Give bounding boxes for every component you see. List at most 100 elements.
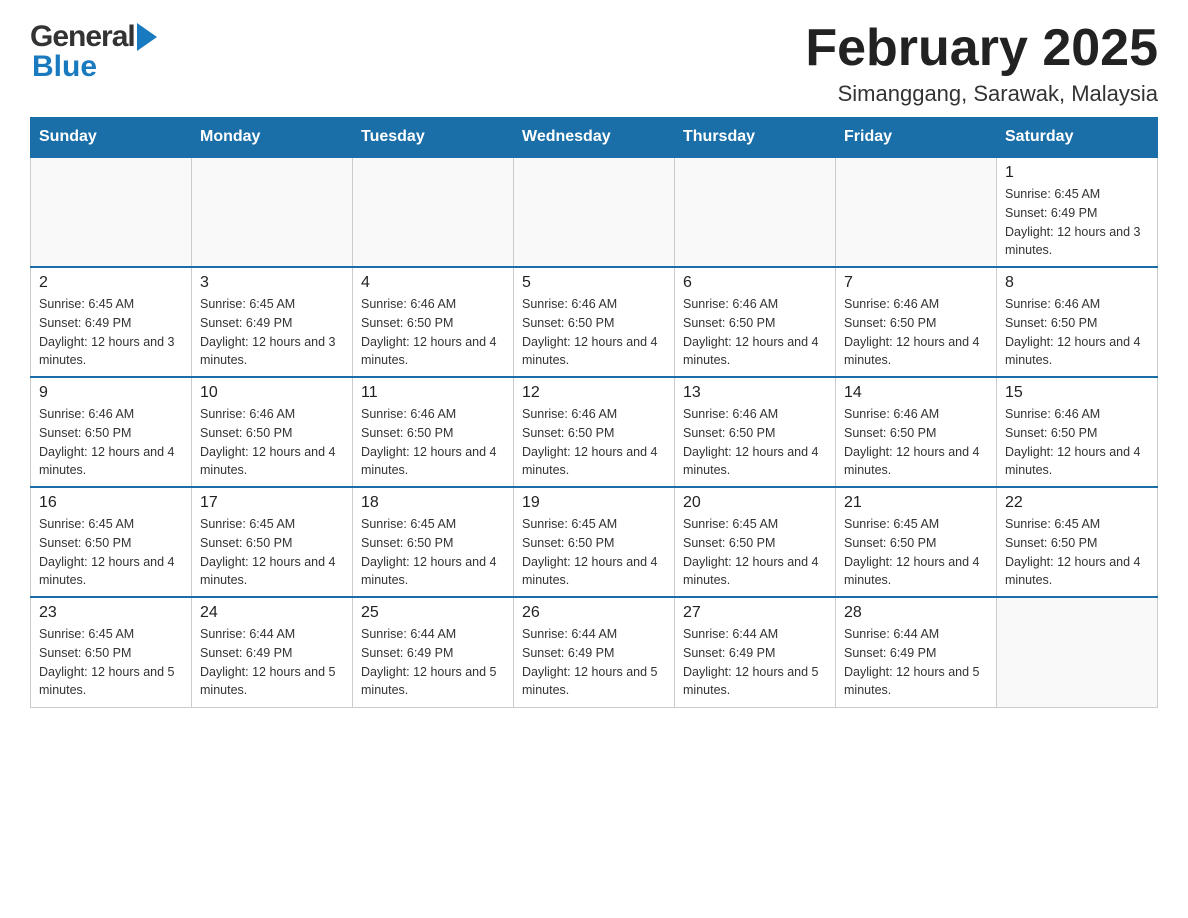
day-info: Sunrise: 6:46 AMSunset: 6:50 PMDaylight:… [683, 405, 827, 480]
calendar-week-row: 2 Sunrise: 6:45 AMSunset: 6:49 PMDaylight… [31, 267, 1158, 377]
day-number: 27 [683, 604, 827, 622]
day-info: Sunrise: 6:45 AMSunset: 6:50 PMDaylight:… [1005, 515, 1149, 590]
day-info: Sunrise: 6:46 AMSunset: 6:50 PMDaylight:… [522, 295, 666, 370]
day-info: Sunrise: 6:44 AMSunset: 6:49 PMDaylight:… [844, 625, 988, 700]
calendar-week-row: 23 Sunrise: 6:45 AMSunset: 6:50 PMDayligh… [31, 597, 1158, 707]
table-row: 10 Sunrise: 6:46 AMSunset: 6:50 PMDayligh… [192, 377, 353, 487]
day-info: Sunrise: 6:46 AMSunset: 6:50 PMDaylight:… [844, 405, 988, 480]
location-title: Simanggang, Sarawak, Malaysia [805, 81, 1158, 107]
day-info: Sunrise: 6:46 AMSunset: 6:50 PMDaylight:… [522, 405, 666, 480]
day-number: 21 [844, 494, 988, 512]
day-number: 23 [39, 604, 183, 622]
day-info: Sunrise: 6:46 AMSunset: 6:50 PMDaylight:… [200, 405, 344, 480]
table-row: 14 Sunrise: 6:46 AMSunset: 6:50 PMDayligh… [836, 377, 997, 487]
table-row: 4 Sunrise: 6:46 AMSunset: 6:50 PMDaylight… [353, 267, 514, 377]
table-row [353, 157, 514, 267]
day-number: 17 [200, 494, 344, 512]
day-info: Sunrise: 6:45 AMSunset: 6:49 PMDaylight:… [1005, 185, 1149, 260]
title-section: February 2025 Simanggang, Sarawak, Malay… [805, 20, 1158, 107]
day-info: Sunrise: 6:44 AMSunset: 6:49 PMDaylight:… [683, 625, 827, 700]
day-number: 1 [1005, 164, 1149, 182]
day-number: 2 [39, 274, 183, 292]
day-info: Sunrise: 6:45 AMSunset: 6:50 PMDaylight:… [39, 625, 183, 700]
col-sunday: Sunday [31, 118, 192, 158]
logo-general-text: General [30, 20, 135, 54]
table-row: 27 Sunrise: 6:44 AMSunset: 6:49 PMDayligh… [675, 597, 836, 707]
table-row [836, 157, 997, 267]
day-number: 11 [361, 384, 505, 402]
day-info: Sunrise: 6:45 AMSunset: 6:50 PMDaylight:… [39, 515, 183, 590]
day-number: 7 [844, 274, 988, 292]
day-number: 26 [522, 604, 666, 622]
day-info: Sunrise: 6:46 AMSunset: 6:50 PMDaylight:… [361, 405, 505, 480]
table-row: 22 Sunrise: 6:45 AMSunset: 6:50 PMDayligh… [997, 487, 1158, 597]
calendar-table: Sunday Monday Tuesday Wednesday Thursday… [30, 117, 1158, 708]
day-number: 3 [200, 274, 344, 292]
day-info: Sunrise: 6:44 AMSunset: 6:49 PMDaylight:… [361, 625, 505, 700]
table-row: 13Sunrise: 6:46 AMSunset: 6:50 PMDayligh… [675, 377, 836, 487]
logo-arrow-icon [137, 23, 157, 51]
table-row: 2 Sunrise: 6:45 AMSunset: 6:49 PMDaylight… [31, 267, 192, 377]
day-number: 4 [361, 274, 505, 292]
table-row: 16 Sunrise: 6:45 AMSunset: 6:50 PMDayligh… [31, 487, 192, 597]
col-wednesday: Wednesday [514, 118, 675, 158]
day-info: Sunrise: 6:44 AMSunset: 6:49 PMDaylight:… [200, 625, 344, 700]
day-number: 6 [683, 274, 827, 292]
day-number: 14 [844, 384, 988, 402]
col-thursday: Thursday [675, 118, 836, 158]
table-row: 7 Sunrise: 6:46 AMSunset: 6:50 PMDaylight… [836, 267, 997, 377]
col-monday: Monday [192, 118, 353, 158]
table-row: 12 Sunrise: 6:46 AMSunset: 6:50 PMDayligh… [514, 377, 675, 487]
day-info: Sunrise: 6:45 AMSunset: 6:50 PMDaylight:… [361, 515, 505, 590]
table-row: 8 Sunrise: 6:46 AMSunset: 6:50 PMDaylight… [997, 267, 1158, 377]
col-saturday: Saturday [997, 118, 1158, 158]
day-info: Sunrise: 6:46 AMSunset: 6:50 PMDaylight:… [1005, 295, 1149, 370]
day-info: Sunrise: 6:46 AMSunset: 6:50 PMDaylight:… [39, 405, 183, 480]
day-number: 5 [522, 274, 666, 292]
day-info: Sunrise: 6:45 AMSunset: 6:50 PMDaylight:… [844, 515, 988, 590]
logo: General Blue [30, 20, 157, 84]
table-row: 23 Sunrise: 6:45 AMSunset: 6:50 PMDayligh… [31, 597, 192, 707]
day-info: Sunrise: 6:45 AMSunset: 6:50 PMDaylight:… [200, 515, 344, 590]
day-info: Sunrise: 6:44 AMSunset: 6:49 PMDaylight:… [522, 625, 666, 700]
day-number: 20 [683, 494, 827, 512]
col-friday: Friday [836, 118, 997, 158]
calendar-header-row: Sunday Monday Tuesday Wednesday Thursday… [31, 118, 1158, 158]
col-tuesday: Tuesday [353, 118, 514, 158]
table-row: 3 Sunrise: 6:45 AMSunset: 6:49 PMDaylight… [192, 267, 353, 377]
day-number: 15 [1005, 384, 1149, 402]
day-info: Sunrise: 6:46 AMSunset: 6:50 PMDaylight:… [361, 295, 505, 370]
day-number: 25 [361, 604, 505, 622]
table-row: 1 Sunrise: 6:45 AMSunset: 6:49 PMDaylight… [997, 157, 1158, 267]
day-number: 9 [39, 384, 183, 402]
day-info: Sunrise: 6:45 AMSunset: 6:50 PMDaylight:… [683, 515, 827, 590]
day-number: 8 [1005, 274, 1149, 292]
day-number: 16 [39, 494, 183, 512]
page-header: General Blue February 2025 Simanggang, S… [30, 20, 1158, 107]
table-row: 28 Sunrise: 6:44 AMSunset: 6:49 PMDayligh… [836, 597, 997, 707]
table-row: 18Sunrise: 6:45 AMSunset: 6:50 PMDayligh… [353, 487, 514, 597]
day-number: 12 [522, 384, 666, 402]
table-row: 6 Sunrise: 6:46 AMSunset: 6:50 PMDaylight… [675, 267, 836, 377]
month-title: February 2025 [805, 20, 1158, 77]
day-info: Sunrise: 6:46 AMSunset: 6:50 PMDaylight:… [844, 295, 988, 370]
table-row: 21 Sunrise: 6:45 AMSunset: 6:50 PMDayligh… [836, 487, 997, 597]
day-number: 19 [522, 494, 666, 512]
day-number: 24 [200, 604, 344, 622]
day-number: 10 [200, 384, 344, 402]
table-row: 25 Sunrise: 6:44 AMSunset: 6:49 PMDayligh… [353, 597, 514, 707]
table-row [192, 157, 353, 267]
day-info: Sunrise: 6:46 AMSunset: 6:50 PMDaylight:… [1005, 405, 1149, 480]
table-row: 26 Sunrise: 6:44 AMSunset: 6:49 PMDayligh… [514, 597, 675, 707]
day-info: Sunrise: 6:45 AMSunset: 6:50 PMDaylight:… [522, 515, 666, 590]
table-row: 5 Sunrise: 6:46 AMSunset: 6:50 PMDaylight… [514, 267, 675, 377]
table-row: 15 Sunrise: 6:46 AMSunset: 6:50 PMDayligh… [997, 377, 1158, 487]
table-row [675, 157, 836, 267]
day-info: Sunrise: 6:45 AMSunset: 6:49 PMDaylight:… [39, 295, 183, 370]
day-info: Sunrise: 6:46 AMSunset: 6:50 PMDaylight:… [683, 295, 827, 370]
day-number: 22 [1005, 494, 1149, 512]
table-row: 20 Sunrise: 6:45 AMSunset: 6:50 PMDayligh… [675, 487, 836, 597]
table-row: 17 Sunrise: 6:45 AMSunset: 6:50 PMDayligh… [192, 487, 353, 597]
day-info: Sunrise: 6:45 AMSunset: 6:49 PMDaylight:… [200, 295, 344, 370]
day-number: 28 [844, 604, 988, 622]
